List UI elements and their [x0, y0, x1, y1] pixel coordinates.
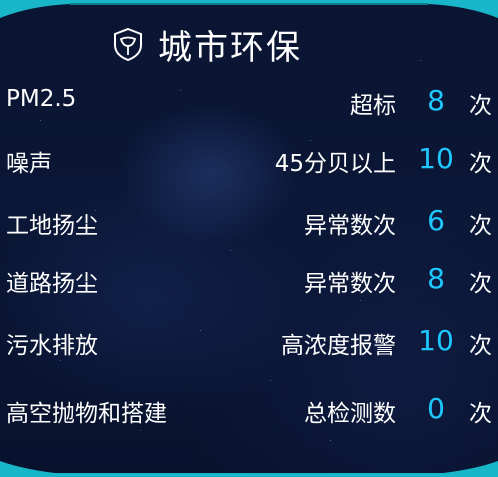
stat-metric: 总检测数 [304, 401, 396, 427]
top-frame-accent [0, 0, 498, 18]
stat-metric: 超标 [350, 93, 396, 119]
stat-metric: 高浓度报警 [281, 333, 396, 359]
stat-row-falling-objects: 高空抛物和搭建 总检测数 0 次 [0, 388, 498, 428]
stat-value: 10 [418, 142, 454, 175]
stat-unit: 次 [469, 213, 492, 239]
leaf-shield-icon [114, 27, 142, 62]
stat-label: 道路扬尘 [6, 271, 98, 297]
stat-row-pm25: PM2.5 超标 8 次 [0, 80, 498, 120]
stat-value: 6 [427, 204, 445, 237]
stat-row-sewage: 污水排放 高浓度报警 10 次 [0, 320, 498, 360]
stat-value: 8 [427, 262, 445, 295]
stat-metric: 45分贝以上 [274, 151, 396, 177]
stat-label: 噪声 [6, 151, 52, 177]
stat-row-road-dust: 道路扬尘 异常数次 8 次 [0, 258, 498, 298]
stat-row-noise: 噪声 45分贝以上 10 次 [0, 138, 498, 178]
stat-metric: 异常数次 [304, 213, 396, 239]
stat-value: 10 [418, 324, 454, 357]
stat-unit: 次 [469, 93, 492, 119]
stat-unit: 次 [469, 151, 492, 177]
stat-label: 工地扬尘 [6, 213, 98, 239]
bottom-frame-accent [0, 461, 498, 477]
stat-unit: 次 [469, 401, 492, 427]
stat-unit: 次 [469, 333, 492, 359]
stat-label: 高空抛物和搭建 [6, 401, 167, 427]
stat-label: 污水排放 [6, 333, 98, 359]
stat-value: 0 [427, 392, 445, 425]
stat-value: 8 [427, 84, 445, 117]
stat-row-construction-dust: 工地扬尘 异常数次 6 次 [0, 200, 498, 240]
city-environment-panel: 城市环保 PM2.5 超标 8 次 噪声 45分贝以上 10 次 工地扬尘 异常… [0, 0, 498, 477]
stat-label: PM2.5 [6, 86, 77, 112]
stat-unit: 次 [469, 271, 492, 297]
panel-title: 城市环保 [158, 27, 302, 68]
stat-metric: 异常数次 [304, 271, 396, 297]
panel-header: 城市环保 [110, 20, 302, 68]
